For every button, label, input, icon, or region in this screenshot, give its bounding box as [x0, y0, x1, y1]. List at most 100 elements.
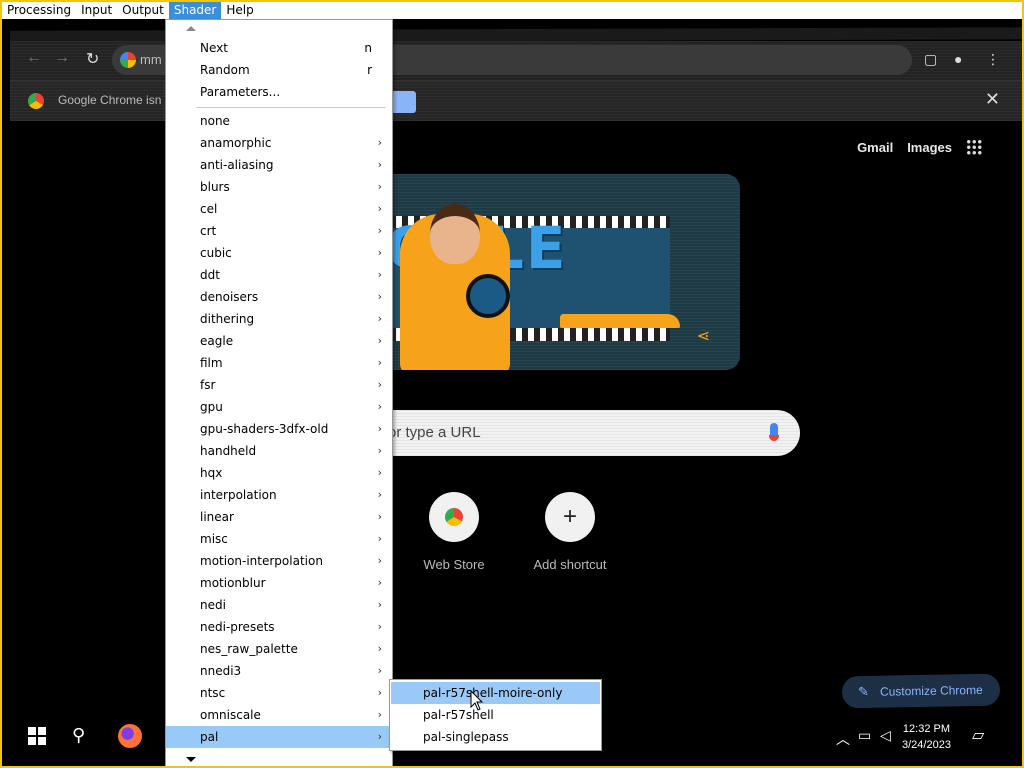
- menu-item-anti-aliasing[interactable]: anti-aliasing ›: [166, 154, 392, 176]
- menu-item-label: cubic: [200, 246, 232, 260]
- menu-item-nnedi3[interactable]: nnedi3 ›: [166, 660, 392, 682]
- menu-item-anamorphic[interactable]: anamorphic ›: [166, 132, 392, 154]
- submenu-arrow-icon: ›: [377, 136, 382, 149]
- notification-icon[interactable]: ▱: [972, 725, 984, 745]
- menu-item-label: gpu-shaders-3dfx-old: [200, 422, 329, 436]
- menu-item-label: film: [200, 356, 223, 370]
- menu-item-eagle[interactable]: eagle ›: [166, 330, 392, 352]
- submenu-arrow-icon: ›: [377, 158, 382, 171]
- menu-item-handheld[interactable]: handheld ›: [166, 440, 392, 462]
- menu-item-label: anti-aliasing: [200, 158, 274, 172]
- submenu-item-pal-r57shell-moire-only[interactable]: pal-r57shell-moire-only: [391, 682, 600, 704]
- microphone-icon[interactable]: [769, 423, 779, 441]
- network-icon[interactable]: ▭: [858, 727, 871, 744]
- infobar-button[interactable]: [390, 91, 416, 113]
- profile-icon[interactable]: ●: [954, 51, 962, 67]
- submenu-arrow-icon: ›: [377, 202, 382, 215]
- submenu-item-pal-r57shell[interactable]: pal-r57shell: [391, 704, 600, 726]
- menu-item-label: misc: [200, 532, 228, 546]
- infobar-message: Google Chrome isn: [58, 93, 162, 107]
- customize-chrome-button[interactable]: ✎ Customize Chrome: [841, 673, 1001, 709]
- submenu-arrow-icon: ›: [377, 532, 382, 545]
- menu-item-nedi[interactable]: nedi ›: [166, 594, 392, 616]
- submenu-arrow-icon: ›: [377, 510, 382, 523]
- menu-item-film[interactable]: film ›: [166, 352, 392, 374]
- infobar: Google Chrome isn ✕: [10, 81, 1022, 121]
- apps-grid-icon[interactable]: [966, 139, 982, 155]
- submenu-arrow-icon: ›: [377, 708, 382, 721]
- menu-item-label: interpolation: [200, 488, 277, 502]
- taskbar-clock[interactable]: 12:32 PM 3/24/2023: [902, 721, 951, 753]
- submenu-item-pal-singlepass[interactable]: pal-singlepass: [391, 726, 600, 748]
- menu-item-next[interactable]: Next n: [166, 37, 392, 59]
- reload-icon[interactable]: ↻: [86, 49, 99, 69]
- submenu-arrow-icon: ›: [377, 224, 382, 237]
- shortcut-web-store[interactable]: Web Store: [394, 492, 514, 572]
- menu-item-pal[interactable]: pal ›: [166, 726, 392, 748]
- submenu-arrow-icon: ›: [377, 444, 382, 457]
- ntp-header-links: Gmail Images: [857, 139, 982, 155]
- menu-item-blurs[interactable]: blurs ›: [166, 176, 392, 198]
- menu-item-fsr[interactable]: fsr ›: [166, 374, 392, 396]
- menu-item-cel[interactable]: cel ›: [166, 198, 392, 220]
- menu-item-gpu[interactable]: gpu ›: [166, 396, 392, 418]
- scroll-down-arrow-icon[interactable]: [186, 757, 196, 762]
- menu-shader[interactable]: Shader: [168, 2, 222, 19]
- shortcut-add[interactable]: + Add shortcut: [510, 492, 630, 572]
- menu-item-omniscale[interactable]: omniscale ›: [166, 704, 392, 726]
- menu-item-motionblur[interactable]: motionblur ›: [166, 572, 392, 594]
- menu-item-nes-raw-palette[interactable]: nes_raw_palette ›: [166, 638, 392, 660]
- shortcut-label: Add shortcut: [533, 557, 607, 572]
- menu-item-parameters[interactable]: Parameters...: [166, 81, 392, 103]
- menu-item-misc[interactable]: misc ›: [166, 528, 392, 550]
- shortcut-key: r: [367, 63, 372, 77]
- submenu-arrow-icon: ›: [377, 576, 382, 589]
- ntp-search-box[interactable]: or type a URL: [362, 410, 800, 456]
- firefox-icon[interactable]: [118, 724, 142, 748]
- submenu-arrow-icon: ›: [377, 180, 382, 193]
- menu-item-crt[interactable]: crt ›: [166, 220, 392, 242]
- customize-label: Customize Chrome: [879, 682, 983, 699]
- submenu-arrow-icon: ›: [377, 620, 382, 633]
- menu-item-motion-interpolation[interactable]: motion-interpolation ›: [166, 550, 392, 572]
- volume-icon[interactable]: ◁: [880, 727, 891, 744]
- menu-item-denoisers[interactable]: denoisers ›: [166, 286, 392, 308]
- menu-item-label: ntsc: [200, 686, 226, 700]
- menu-item-linear[interactable]: linear ›: [166, 506, 392, 528]
- menu-item-hqx[interactable]: hqx ›: [166, 462, 392, 484]
- gmail-link[interactable]: Gmail: [857, 140, 893, 155]
- menu-item-cubic[interactable]: cubic ›: [166, 242, 392, 264]
- menu-output[interactable]: Output: [117, 2, 169, 19]
- menu-item-none[interactable]: none: [166, 110, 392, 132]
- menu-input[interactable]: Input: [76, 2, 117, 19]
- back-icon[interactable]: ←: [26, 49, 42, 67]
- submenu-arrow-icon: ›: [377, 268, 382, 281]
- submenu-arrow-icon: ›: [377, 642, 382, 655]
- shortcut-label: Web Store: [423, 557, 485, 572]
- side-panel-icon[interactable]: ▢: [924, 51, 937, 68]
- menu-item-label: none: [200, 114, 230, 128]
- menu-processing[interactable]: Processing: [2, 2, 76, 19]
- close-icon[interactable]: ✕: [985, 89, 1000, 110]
- menu-item-dithering[interactable]: dithering ›: [166, 308, 392, 330]
- menu-item-ntsc[interactable]: ntsc ›: [166, 682, 392, 704]
- more-menu-icon[interactable]: ⋮: [986, 51, 1000, 68]
- search-icon[interactable]: ⚲: [72, 725, 85, 746]
- share-icon[interactable]: ⋖: [697, 326, 710, 346]
- menu-item-random[interactable]: Random r: [166, 59, 392, 81]
- windows-start-icon[interactable]: [28, 727, 46, 745]
- menu-item-gpu-shaders-3dfx-old[interactable]: gpu-shaders-3dfx-old ›: [166, 418, 392, 440]
- menu-item-label: blurs: [200, 180, 230, 194]
- submenu-arrow-icon: ›: [377, 488, 382, 501]
- menu-item-label: hqx: [200, 466, 223, 480]
- menu-item-ddt[interactable]: ddt ›: [166, 264, 392, 286]
- scroll-up-arrow-icon[interactable]: [186, 26, 196, 31]
- google-doodle[interactable]: OGLE ⋖: [340, 174, 740, 370]
- menu-item-interpolation[interactable]: interpolation ›: [166, 484, 392, 506]
- forward-icon[interactable]: →: [54, 49, 70, 67]
- menu-item-label: denoisers: [200, 290, 259, 304]
- menu-item-nedi-presets[interactable]: nedi-presets ›: [166, 616, 392, 638]
- tray-expand-icon[interactable]: ︿: [836, 729, 850, 749]
- images-link[interactable]: Images: [907, 140, 952, 155]
- menu-help[interactable]: Help: [221, 2, 258, 19]
